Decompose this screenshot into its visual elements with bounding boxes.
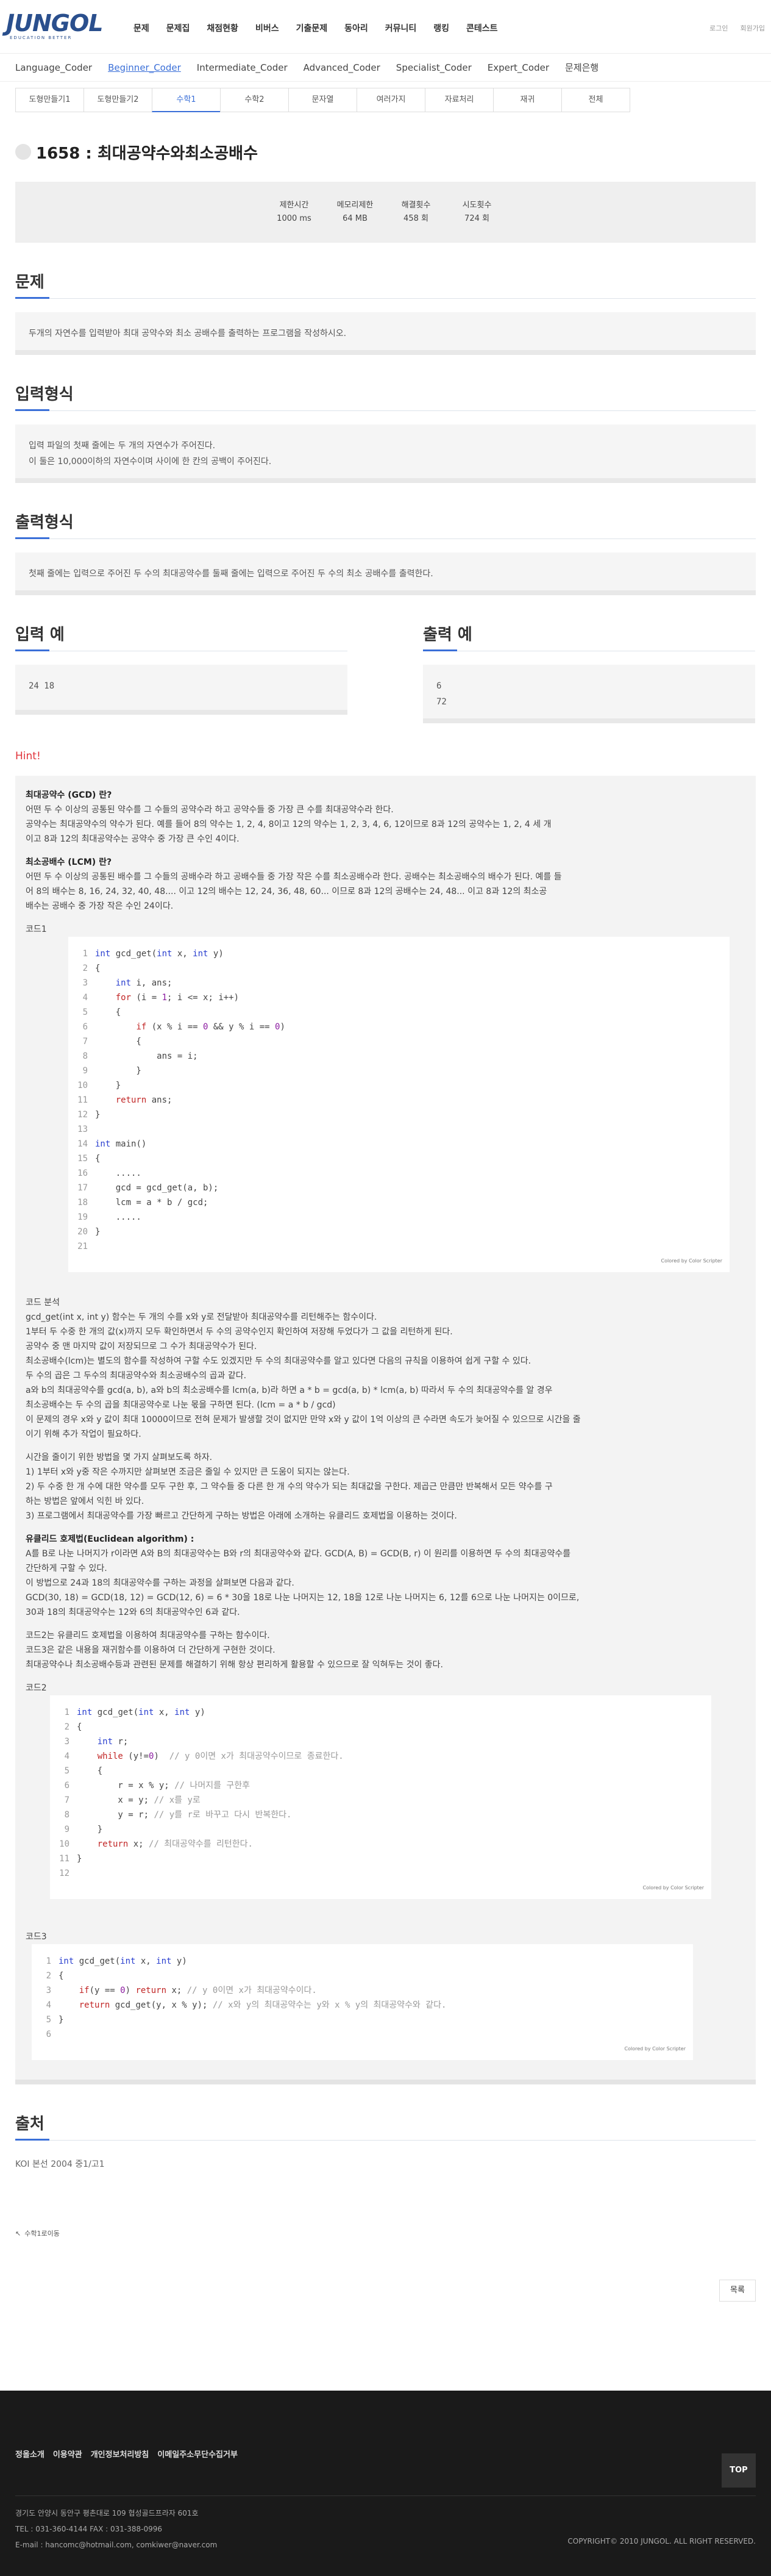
tab[interactable]: 수학2 <box>220 88 289 112</box>
source-text: KOI 본선 2004 중1/고1 <box>15 2159 105 2169</box>
back-to-category-link[interactable]: ↖ 수학1로이동 <box>15 2228 756 2238</box>
gnb-item[interactable]: 비버스 <box>247 22 288 34</box>
output-example-heading: 출력 예 <box>423 622 755 651</box>
scrollbar[interactable] <box>15 710 347 715</box>
hint-box: 최대공약수 (GCD) 란? 어떤 두 수 이상의 공통된 약수를 그 수들의 … <box>15 776 756 2084</box>
gnb-item[interactable]: 커뮤니티 <box>377 22 425 34</box>
level-item[interactable]: Language_Coder <box>15 62 92 73</box>
limit-time: 제한시간 1000 ms <box>277 201 311 223</box>
code-credit[interactable]: Colored by Color Scripter <box>643 1881 704 1895</box>
input-example: 24 18 <box>15 665 347 715</box>
footer-copyright: COPYRIGHT© 2010 JUNGOL. ALL RIGHT RESERV… <box>567 2537 756 2546</box>
page: JUNGOL EDUCATION BETTER 문제 문제집 채점현황 비버스 … <box>0 0 771 2576</box>
code-block-3: 1 int gcd_get(int x, int y) 2{ 3 if(y == … <box>32 1944 693 2060</box>
level-item[interactable]: Specialist_Coder <box>396 62 472 73</box>
io-examples: 입력 예 24 18 출력 예 6 72 <box>15 622 756 723</box>
code-block-2: 1 int gcd_get(int x, int y) 2{ 3 int r; 4… <box>50 1695 711 1899</box>
analysis-title: 코드 분석 <box>26 1298 60 1308</box>
footer-links: 정올소개 이용약관 개인정보처리방침 이메일주소무단수집거부 <box>15 2448 238 2460</box>
footer-link[interactable]: 이메일주소무단수집거부 <box>157 2448 238 2460</box>
hint-label: Hint! <box>15 750 41 762</box>
level-item[interactable]: 문제은행 <box>565 61 599 74</box>
limit-solved: 해결횟수 458 회 <box>401 201 431 223</box>
code1-label: 코드1 <box>26 925 47 934</box>
section-output-heading: 출력형식 <box>15 510 756 539</box>
code-credit[interactable]: Colored by Color Scripter <box>625 2042 686 2056</box>
gnb-item[interactable]: 문제집 <box>158 22 199 34</box>
gcd-title: 최대공약수 (GCD) 란? <box>26 790 112 800</box>
problem-description: 두개의 자연수를 입력받아 최대 공약수와 최소 공배수를 출력하는 프로그램을… <box>15 312 756 355</box>
input-example-col: 입력 예 24 18 <box>15 622 347 723</box>
footer-link[interactable]: 개인정보처리방침 <box>91 2448 149 2460</box>
limit-tried: 시도횟수 724 회 <box>462 201 492 223</box>
footer-address: 경기도 안양시 동안구 평촌대로 109 협성골드프라자 601호 TEL : … <box>15 2509 218 2549</box>
output-example-col: 출력 예 6 72 <box>423 622 755 723</box>
login-link[interactable]: 로그인 <box>709 23 728 33</box>
code2-label: 코드2 <box>26 1683 47 1693</box>
problem-status-icon <box>15 144 31 160</box>
logo-text: JUNGOL <box>6 10 104 37</box>
lcm-title: 최소공배수 (LCM) 란? <box>26 857 112 867</box>
code-block-1: 1 int gcd_get(int x, int y) 2{ 3 int i, a… <box>68 937 730 1272</box>
category-tabs: 도형만들기1 도형만들기2 수학1 수학2 문자열 여러가지 자료처리 재귀 전… <box>15 88 771 112</box>
gnb-item[interactable]: 기출문제 <box>288 22 336 34</box>
input-description: 입력 파일의 첫째 줄에는 두 개의 자연수가 주어진다. 이 둘은 10,00… <box>15 424 756 483</box>
gnb-item[interactable]: 랭킹 <box>425 22 458 34</box>
limit-memory: 메모리제한 64 MB <box>336 201 374 223</box>
problem-title: 1658 : 최대공약수와최소공배수 <box>36 144 258 163</box>
limits-panel: 제한시간 1000 ms 메모리제한 64 MB 해결횟수 458 회 시도횟수 724… <box>15 182 756 243</box>
level-item[interactable]: Expert_Coder <box>488 62 549 73</box>
tab-active[interactable]: 수학1 <box>152 88 221 112</box>
scrollbar[interactable] <box>15 2080 756 2084</box>
tab[interactable]: 자료처리 <box>425 88 494 112</box>
section-source-heading: 출처 <box>15 2111 756 2141</box>
gnb-item[interactable]: 문제 <box>125 22 158 34</box>
scrollbar[interactable] <box>15 590 756 595</box>
level-item-active[interactable]: Beginner_Coder <box>108 62 181 73</box>
scrollbar[interactable] <box>15 478 756 483</box>
top-header: JUNGOL EDUCATION BETTER 문제 문제집 채점현황 비버스 … <box>0 0 771 54</box>
euclid-title: 유클리드 호제법(Euclidean algorithm) : <box>26 1534 194 1544</box>
footer: 정올소개 이용약관 개인정보처리방침 이메일주소무단수집거부 TOP 경기도 안… <box>0 2391 771 2576</box>
scroll-top-button[interactable]: TOP <box>722 2453 756 2488</box>
level-item[interactable]: Intermediate_Coder <box>197 62 288 73</box>
level-nav: Language_Coder Beginner_Coder Intermedia… <box>0 54 771 82</box>
util-links: 로그인 회원가입 <box>709 23 765 33</box>
arrow-back-icon: ↖ <box>15 2229 21 2238</box>
tab[interactable]: 전체 <box>561 88 630 112</box>
scrollbar[interactable] <box>15 350 756 355</box>
tab[interactable]: 여러가지 <box>357 88 425 112</box>
signup-link[interactable]: 회원가입 <box>741 23 765 33</box>
input-example-heading: 입력 예 <box>15 622 347 651</box>
code-credit[interactable]: Colored by Color Scripter <box>661 1254 722 1268</box>
footer-link[interactable]: 이용약관 <box>53 2448 82 2460</box>
footer-link[interactable]: 정올소개 <box>15 2448 44 2460</box>
site-logo[interactable]: JUNGOL EDUCATION BETTER <box>6 10 104 41</box>
global-nav: 문제 문제집 채점현황 비버스 기출문제 동아리 커뮤니티 랭킹 콘테스트 <box>125 22 506 34</box>
scrollbar[interactable] <box>423 718 755 723</box>
tab[interactable]: 도형만들기2 <box>83 88 152 112</box>
section-problem-heading: 문제 <box>15 270 756 299</box>
problem-title-row: 1658 : 최대공약수와최소공배수 <box>15 141 756 163</box>
level-item[interactable]: Advanced_Coder <box>304 62 380 73</box>
output-description: 첫째 줄에는 입력으로 주어진 두 수의 최대공약수를 둘째 줄에는 입력으로 … <box>15 553 756 595</box>
gnb-item[interactable]: 콘테스트 <box>458 22 506 34</box>
gnb-item[interactable]: 채점현황 <box>198 22 247 34</box>
tab[interactable]: 도형만들기1 <box>15 88 84 112</box>
section-input-heading: 입력형식 <box>15 382 756 411</box>
output-example: 6 72 <box>423 665 755 723</box>
gnb-item[interactable]: 동아리 <box>336 22 377 34</box>
code3-label: 코드3 <box>26 1932 47 1942</box>
tab[interactable]: 재귀 <box>493 88 562 112</box>
content: 1658 : 최대공약수와최소공배수 제한시간 1000 ms 메모리제한 64 M… <box>0 141 771 2238</box>
tab[interactable]: 문자열 <box>288 88 357 112</box>
list-button[interactable]: 목록 <box>719 2280 756 2302</box>
